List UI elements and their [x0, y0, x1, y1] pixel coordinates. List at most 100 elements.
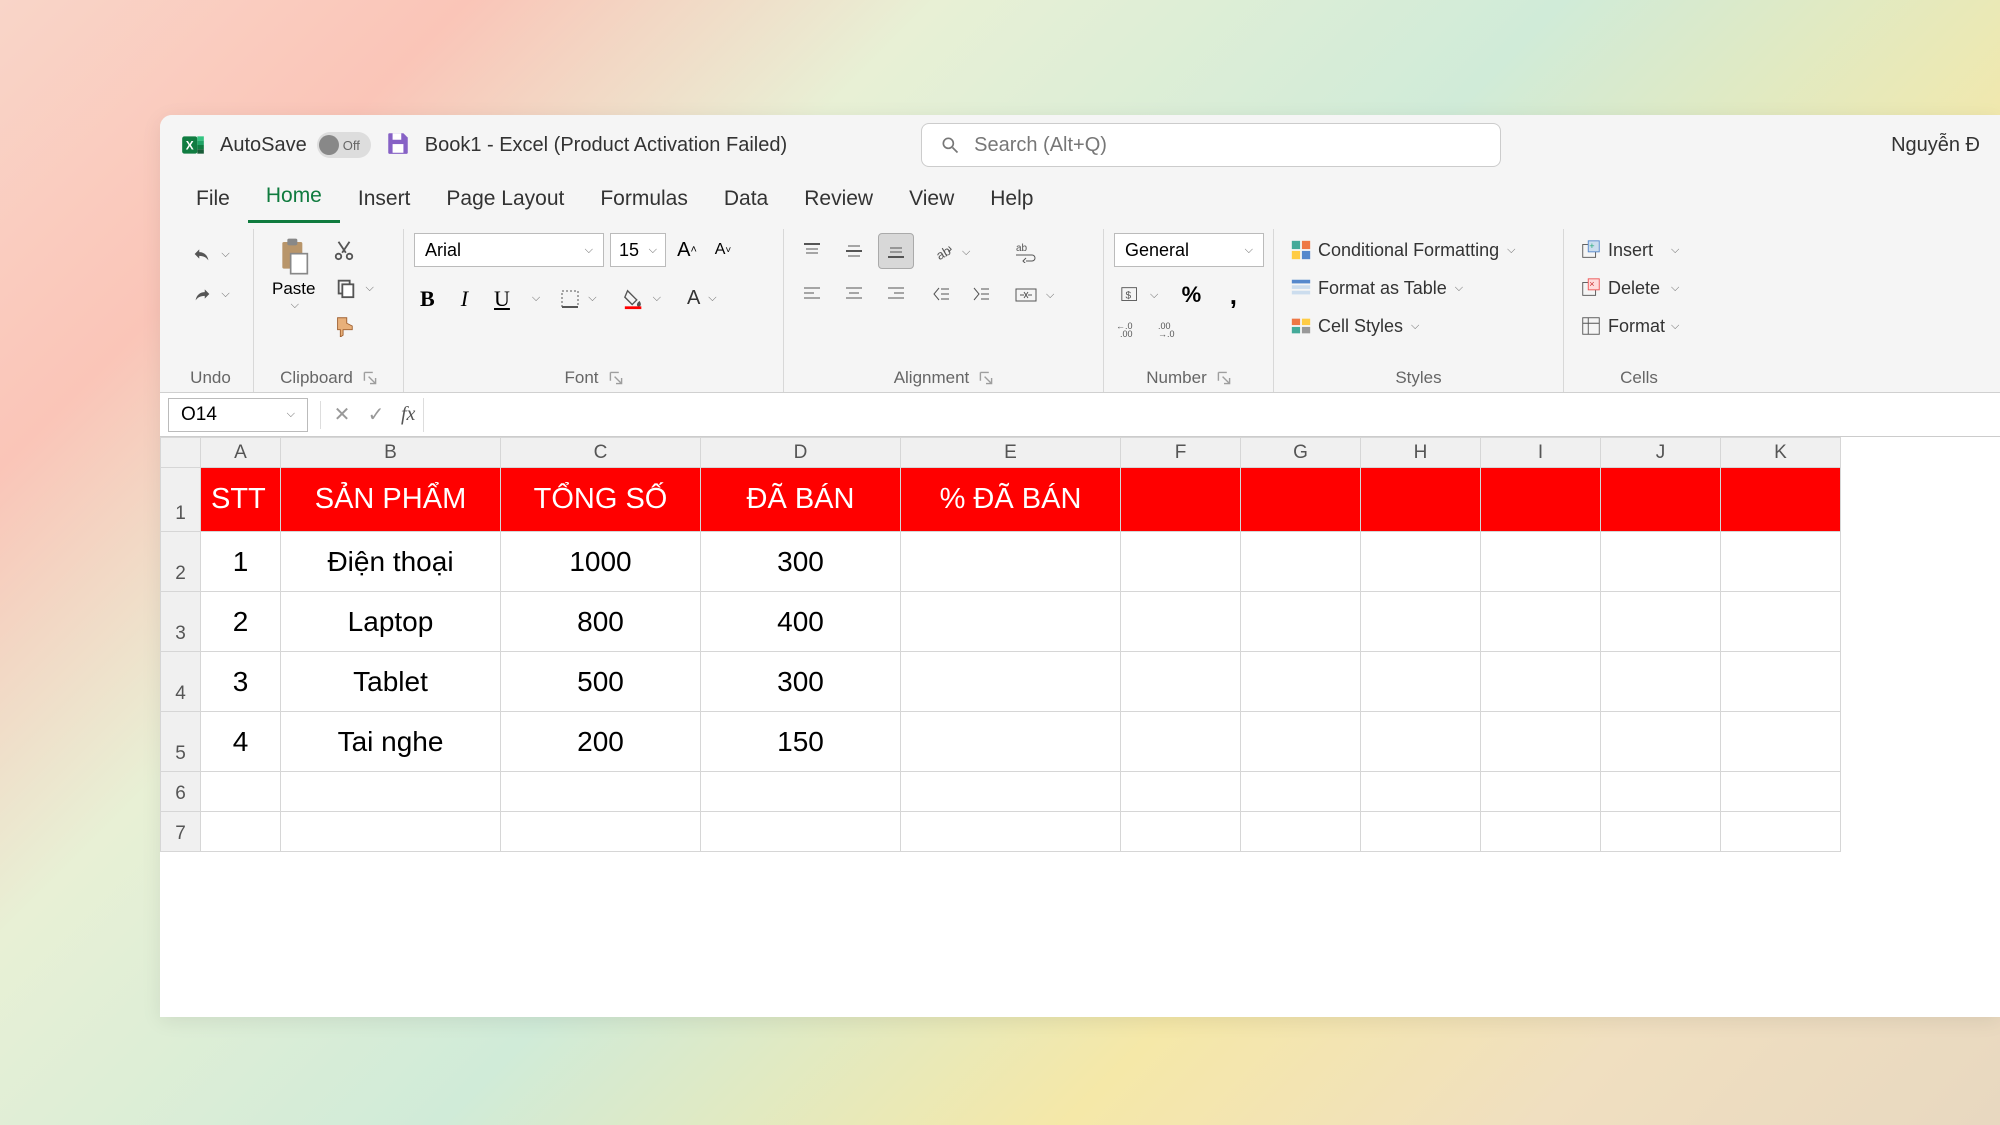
cell-C7[interactable] [501, 812, 701, 852]
cell-J6[interactable] [1601, 772, 1721, 812]
cell-F6[interactable] [1121, 772, 1241, 812]
col-header-I[interactable]: I [1481, 438, 1601, 468]
cell-H4[interactable] [1361, 652, 1481, 712]
cell-D5[interactable]: 150 [701, 712, 901, 772]
cell-D2[interactable]: 300 [701, 532, 901, 592]
save-button[interactable] [385, 130, 411, 161]
col-header-K[interactable]: K [1721, 438, 1841, 468]
cell-J3[interactable] [1601, 592, 1721, 652]
cell-F7[interactable] [1121, 812, 1241, 852]
cell-G1[interactable] [1241, 468, 1361, 532]
clipboard-launcher[interactable] [363, 371, 377, 385]
cell-I3[interactable] [1481, 592, 1601, 652]
cell-I7[interactable] [1481, 812, 1601, 852]
cell-B1[interactable]: SẢN PHẨM [281, 468, 501, 532]
cell-K5[interactable] [1721, 712, 1841, 772]
row-header-2[interactable]: 2 [161, 532, 201, 592]
decrease-indent-button[interactable] [926, 281, 956, 307]
align-top-button[interactable] [794, 233, 830, 269]
wrap-text-button[interactable]: ab [1008, 237, 1060, 267]
col-header-G[interactable]: G [1241, 438, 1361, 468]
cell-K4[interactable] [1721, 652, 1841, 712]
font-color-button[interactable]: A⌵ [681, 283, 723, 314]
increase-indent-button[interactable] [966, 281, 996, 307]
cell-I1[interactable] [1481, 468, 1601, 532]
cell-J5[interactable] [1601, 712, 1721, 772]
cell-F3[interactable] [1121, 592, 1241, 652]
insert-cells-button[interactable]: +Insert⌵ [1574, 235, 1685, 265]
cell-E5[interactable] [901, 712, 1121, 772]
row-header-4[interactable]: 4 [161, 652, 201, 712]
cell-G2[interactable] [1241, 532, 1361, 592]
cell-J7[interactable] [1601, 812, 1721, 852]
format-painter-button[interactable] [329, 313, 359, 339]
paste-button[interactable]: Paste ⌵ [264, 233, 323, 316]
cell-E4[interactable] [901, 652, 1121, 712]
cell-C4[interactable]: 500 [501, 652, 701, 712]
accounting-format-button[interactable]: $⌵ [1114, 281, 1164, 309]
cell-D7[interactable] [701, 812, 901, 852]
cell-F1[interactable] [1121, 468, 1241, 532]
italic-button[interactable]: I [455, 284, 474, 314]
cell-E3[interactable] [901, 592, 1121, 652]
cell-H6[interactable] [1361, 772, 1481, 812]
cell-H5[interactable] [1361, 712, 1481, 772]
cell-B5[interactable]: Tai nghe [281, 712, 501, 772]
cell-J1[interactable] [1601, 468, 1721, 532]
col-header-A[interactable]: A [201, 438, 281, 468]
delete-cells-button[interactable]: ×Delete⌵ [1574, 273, 1685, 303]
cell-F4[interactable] [1121, 652, 1241, 712]
cell-C2[interactable]: 1000 [501, 532, 701, 592]
cell-I6[interactable] [1481, 772, 1601, 812]
cell-C6[interactable] [501, 772, 701, 812]
cell-I2[interactable] [1481, 532, 1601, 592]
row-header-5[interactable]: 5 [161, 712, 201, 772]
decrease-font-button[interactable]: A˅ [708, 237, 738, 263]
formula-input[interactable] [424, 398, 2000, 432]
cell-K7[interactable] [1721, 812, 1841, 852]
undo-button[interactable]: ⌵ [185, 239, 235, 269]
cell-G5[interactable] [1241, 712, 1361, 772]
cell-B2[interactable]: Điện thoại [281, 532, 501, 592]
align-left-button[interactable] [794, 275, 830, 311]
format-cells-button[interactable]: Format⌵ [1574, 311, 1685, 341]
tab-page-layout[interactable]: Page Layout [428, 177, 582, 223]
col-header-J[interactable]: J [1601, 438, 1721, 468]
cell-J2[interactable] [1601, 532, 1721, 592]
cell-G3[interactable] [1241, 592, 1361, 652]
cell-D6[interactable] [701, 772, 901, 812]
cell-styles-button[interactable]: Cell Styles⌵ [1284, 311, 1521, 341]
cell-A5[interactable]: 4 [201, 712, 281, 772]
number-format-select[interactable]: General⌵ [1114, 233, 1264, 267]
tab-formulas[interactable]: Formulas [582, 177, 706, 223]
cell-I4[interactable] [1481, 652, 1601, 712]
merge-center-button[interactable]: ⌵ [1008, 281, 1060, 309]
align-bottom-button[interactable] [878, 233, 914, 269]
increase-decimal-button[interactable]: ←.0.00 [1114, 315, 1144, 341]
cell-G6[interactable] [1241, 772, 1361, 812]
col-header-F[interactable]: F [1121, 438, 1241, 468]
cell-H3[interactable] [1361, 592, 1481, 652]
align-right-button[interactable] [878, 275, 914, 311]
cell-A1[interactable]: STT [201, 468, 281, 532]
cell-A3[interactable]: 2 [201, 592, 281, 652]
fx-button[interactable]: fx [393, 398, 424, 432]
tab-home[interactable]: Home [248, 174, 340, 223]
cell-I5[interactable] [1481, 712, 1601, 772]
row-header-1[interactable]: 1 [161, 468, 201, 532]
tab-data[interactable]: Data [706, 177, 786, 223]
comma-button[interactable]: , [1218, 282, 1248, 308]
cell-D4[interactable]: 300 [701, 652, 901, 712]
cell-F5[interactable] [1121, 712, 1241, 772]
col-header-E[interactable]: E [901, 438, 1121, 468]
orientation-button[interactable]: ab⌵ [926, 237, 996, 267]
name-box[interactable]: O14⌵ [168, 398, 308, 432]
cell-K1[interactable] [1721, 468, 1841, 532]
cell-H7[interactable] [1361, 812, 1481, 852]
fill-color-button[interactable]: ⌵ [617, 284, 667, 314]
percent-button[interactable]: % [1176, 282, 1206, 308]
col-header-D[interactable]: D [701, 438, 901, 468]
formula-cancel-button[interactable]: ✕ [325, 398, 359, 432]
cell-C1[interactable]: TỔNG SỐ [501, 468, 701, 532]
border-button[interactable]: ⌵ [554, 285, 602, 313]
